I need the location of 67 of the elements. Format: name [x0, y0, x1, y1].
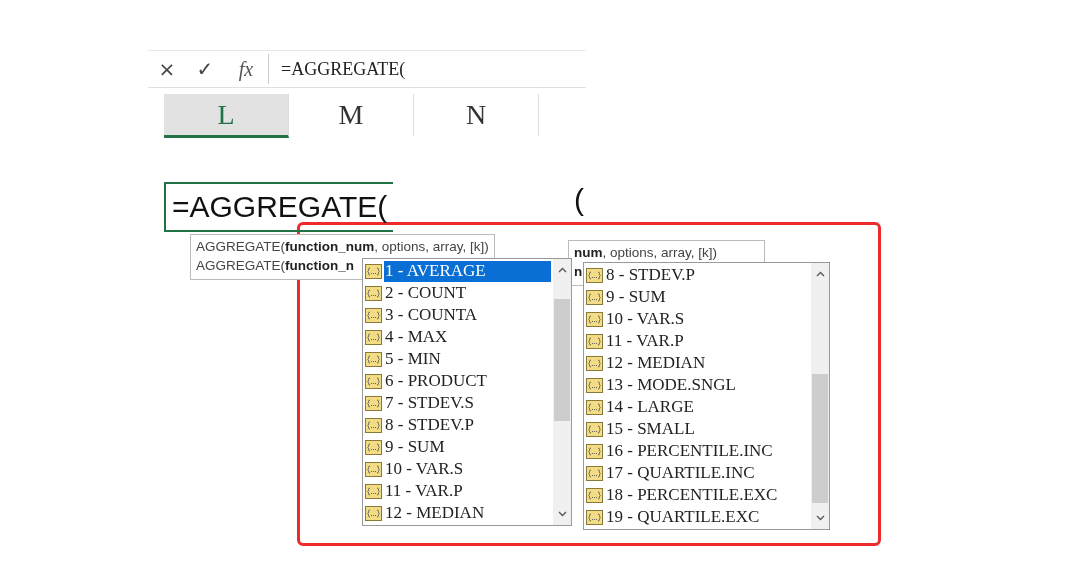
function-option[interactable]: 11 - VAR.P	[605, 330, 809, 352]
scrollbar[interactable]	[553, 259, 571, 525]
function-option[interactable]: 12 - MEDIAN	[605, 352, 809, 374]
formula-field[interactable]: =AGGREGATE(	[268, 54, 586, 84]
braces-icon	[586, 377, 603, 393]
function-option[interactable]: 19 - QUARTILE.EXC	[605, 506, 809, 528]
active-cell[interactable]: =AGGREGATE(	[164, 182, 394, 232]
function-option[interactable]: 8 - STDEV.P	[384, 414, 551, 436]
scroll-down-icon[interactable]	[815, 515, 825, 521]
braces-icon	[365, 439, 382, 455]
function-option[interactable]: 16 - PERCENTILE.INC	[605, 440, 809, 462]
function-option[interactable]: 11 - VAR.P	[384, 480, 551, 502]
function-option[interactable]: 1 - AVERAGE	[384, 260, 551, 282]
braces-icon	[586, 443, 603, 459]
function-option[interactable]: 17 - QUARTILE.INC	[605, 462, 809, 484]
function-option[interactable]: 13 - MODE.SNGL	[605, 374, 809, 396]
function-option[interactable]: 6 - PRODUCT	[384, 370, 551, 392]
braces-icon	[586, 399, 603, 415]
braces-icon	[365, 373, 382, 389]
braces-icon	[365, 483, 382, 499]
column-header[interactable]: M	[289, 94, 414, 138]
scroll-up-icon[interactable]	[815, 271, 825, 277]
function-option[interactable]: 18 - PERCENTILE.EXC	[605, 484, 809, 506]
syntax-text: num, options, array, [k])	[574, 244, 718, 262]
braces-icon	[586, 421, 603, 437]
function-option[interactable]: 12 - MEDIAN	[384, 502, 551, 524]
syntax-text: n	[574, 263, 583, 281]
function-option[interactable]: 5 - MIN	[384, 348, 551, 370]
braces-icon	[365, 351, 382, 367]
function-option[interactable]: 10 - VAR.S	[384, 458, 551, 480]
braces-icon	[365, 263, 382, 279]
scrollbar[interactable]	[811, 263, 829, 529]
function-option[interactable]: 10 - VAR.S	[605, 308, 809, 330]
braces-icon	[365, 307, 382, 323]
syntax-text: AGGREGATE(function_num, options, array, [k])	[196, 238, 489, 256]
column-header[interactable]: N	[414, 94, 539, 138]
column-header[interactable]: L	[164, 94, 289, 138]
scroll-up-icon[interactable]	[557, 267, 567, 273]
braces-icon	[365, 329, 382, 345]
braces-icon	[586, 509, 603, 525]
function-option[interactable]: 14 - LARGE	[605, 396, 809, 418]
braces-icon	[586, 289, 603, 305]
function-option[interactable]: 2 - COUNT	[384, 282, 551, 304]
braces-icon	[365, 395, 382, 411]
braces-icon	[365, 417, 382, 433]
braces-icon	[586, 333, 603, 349]
function-option[interactable]: 9 - SUM	[384, 436, 551, 458]
function-option[interactable]: 4 - MAX	[384, 326, 551, 348]
braces-icon	[365, 505, 382, 521]
braces-icon	[586, 355, 603, 371]
cell-text: (	[574, 183, 584, 217]
function-option[interactable]: 3 - COUNTA	[384, 304, 551, 326]
braces-icon	[586, 465, 603, 481]
function-option[interactable]: 7 - STDEV.S	[384, 392, 551, 414]
braces-icon	[586, 311, 603, 327]
braces-icon	[586, 487, 603, 503]
syntax-text: AGGREGATE(function_n	[196, 257, 354, 275]
function-option[interactable]: 9 - SUM	[605, 286, 809, 308]
braces-icon	[365, 461, 382, 477]
cancel-button[interactable]: ×	[148, 57, 186, 81]
braces-icon	[365, 285, 382, 301]
scroll-down-icon[interactable]	[557, 511, 567, 517]
braces-icon	[586, 267, 603, 283]
function-option[interactable]: 8 - STDEV.P	[605, 264, 809, 286]
enter-button[interactable]: ✓	[186, 57, 224, 81]
insert-function-button[interactable]: fx	[224, 57, 268, 81]
function-option[interactable]: 15 - SMALL	[605, 418, 809, 440]
